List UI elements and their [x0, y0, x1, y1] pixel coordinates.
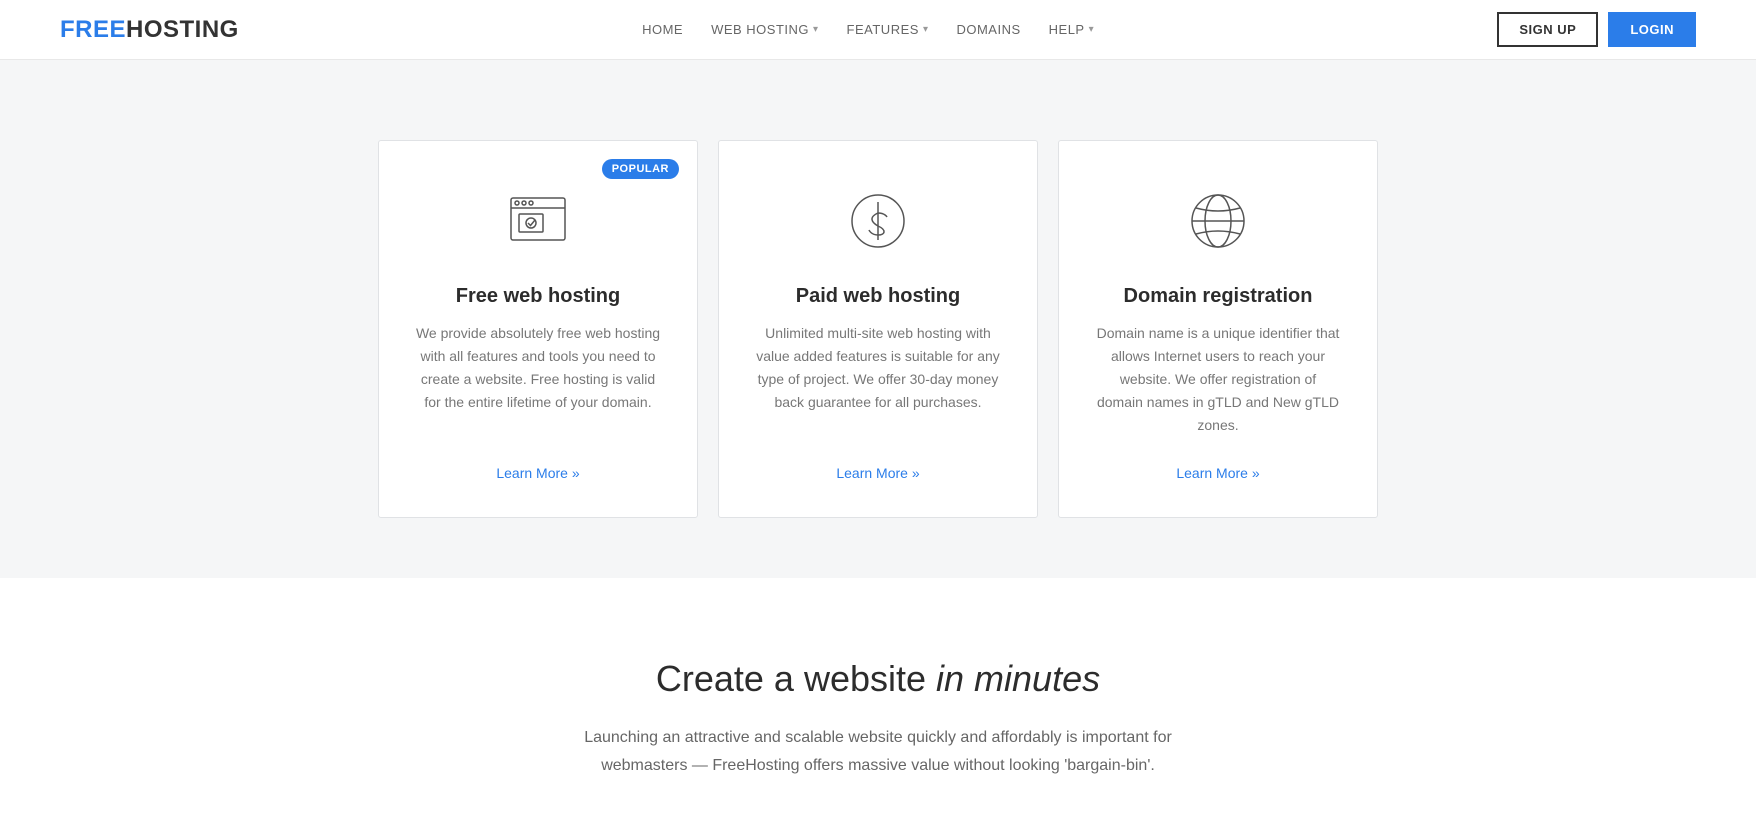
bottom-title-italic: in minutes: [936, 658, 1100, 699]
card-title-free: Free web hosting: [456, 285, 620, 308]
header: FREEHOSTING HOME WEB HOSTING ▾ FEATURES …: [0, 0, 1756, 60]
cards-container: POPULAR Free web hosting We provide abso…: [353, 140, 1403, 518]
dollar-icon: [838, 181, 918, 261]
dollar-svg: [843, 186, 913, 256]
card-learn-more-free[interactable]: Learn More »: [496, 465, 579, 481]
browser-icon: [498, 181, 578, 261]
bottom-description: Launching an attractive and scalable web…: [568, 724, 1188, 778]
card-desc-paid: Unlimited multi-site web hosting with va…: [755, 322, 1001, 437]
card-paid-hosting: Paid web hosting Unlimited multi-site we…: [718, 140, 1038, 518]
card-learn-more-paid[interactable]: Learn More »: [836, 465, 919, 481]
card-title-domain: Domain registration: [1124, 285, 1313, 308]
logo-hosting: HOSTING: [126, 16, 239, 43]
nav-help[interactable]: HELP ▾: [1049, 22, 1095, 37]
logo[interactable]: FREEHOSTING: [60, 16, 239, 44]
card-domain-registration: Domain registration Domain name is a uni…: [1058, 140, 1378, 518]
bottom-title: Create a website in minutes: [60, 658, 1696, 700]
card-desc-free: We provide absolutely free web hosting w…: [415, 322, 661, 437]
browser-svg: [503, 186, 573, 256]
nav: HOME WEB HOSTING ▾ FEATURES ▾ DOMAINS HE…: [642, 22, 1094, 37]
bottom-section: Create a website in minutes Launching an…: [0, 578, 1756, 838]
chevron-down-icon: ▾: [923, 24, 929, 35]
login-button[interactable]: LOGIN: [1608, 12, 1696, 47]
signup-button[interactable]: SIGN UP: [1497, 12, 1598, 47]
chevron-down-icon: ▾: [813, 24, 819, 35]
nav-web-hosting[interactable]: WEB HOSTING ▾: [711, 22, 818, 37]
bottom-title-normal: Create a website: [656, 658, 926, 699]
card-learn-more-domain[interactable]: Learn More »: [1176, 465, 1259, 481]
popular-badge: POPULAR: [602, 159, 679, 179]
logo-free: FREE: [60, 16, 126, 43]
nav-home[interactable]: HOME: [642, 22, 683, 37]
main-content: POPULAR Free web hosting We provide abso…: [0, 60, 1756, 578]
nav-domains[interactable]: DOMAINS: [956, 22, 1020, 37]
header-buttons: SIGN UP LOGIN: [1497, 12, 1696, 47]
card-free-hosting: POPULAR Free web hosting We provide abso…: [378, 140, 698, 518]
chevron-down-icon: ▾: [1089, 24, 1095, 35]
globe-svg: [1183, 186, 1253, 256]
card-desc-domain: Domain name is a unique identifier that …: [1095, 322, 1341, 437]
globe-icon: [1178, 181, 1258, 261]
nav-features[interactable]: FEATURES ▾: [847, 22, 929, 37]
card-title-paid: Paid web hosting: [796, 285, 960, 308]
